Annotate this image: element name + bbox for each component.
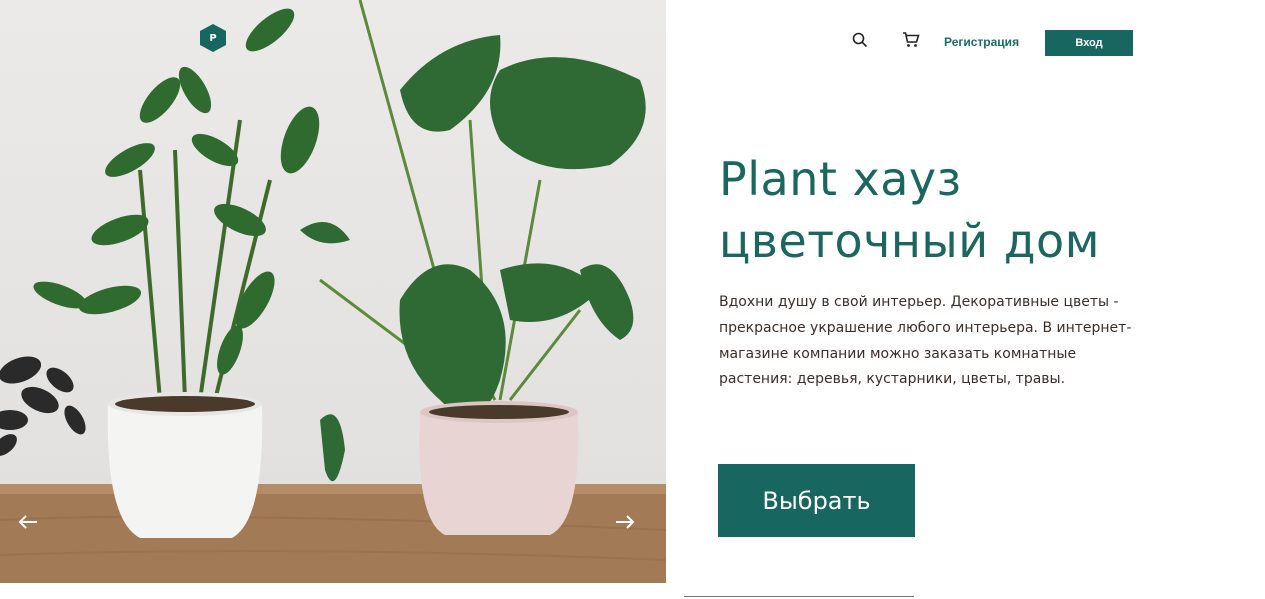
hero-description: Вдохни душу в свой интерьер. Декоративны…: [719, 294, 1132, 388]
logo[interactable]: P: [200, 24, 226, 52]
hero-image: P: [0, 0, 666, 583]
potted-plants-illustration: [0, 0, 666, 583]
slider-prev-button[interactable]: [18, 514, 42, 538]
login-button[interactable]: Вход: [1045, 30, 1133, 56]
hero-title-line-2: цветочный дом: [719, 214, 1100, 268]
choose-button[interactable]: Выбрать: [718, 464, 915, 537]
slider-next-button[interactable]: [615, 514, 639, 538]
hero-title: Plant хауз цветочный дом: [719, 148, 1100, 272]
arrow-left-icon: [18, 515, 37, 529]
hero-title-line-1: Plant хауз: [719, 152, 962, 206]
search-button[interactable]: [850, 30, 870, 50]
cart-icon: [903, 32, 920, 47]
cart-button[interactable]: [901, 30, 921, 50]
register-link[interactable]: Регистрация: [944, 35, 1019, 49]
search-icon: [852, 32, 868, 48]
arrow-right-icon: [616, 515, 635, 529]
logo-letter: P: [209, 32, 217, 44]
